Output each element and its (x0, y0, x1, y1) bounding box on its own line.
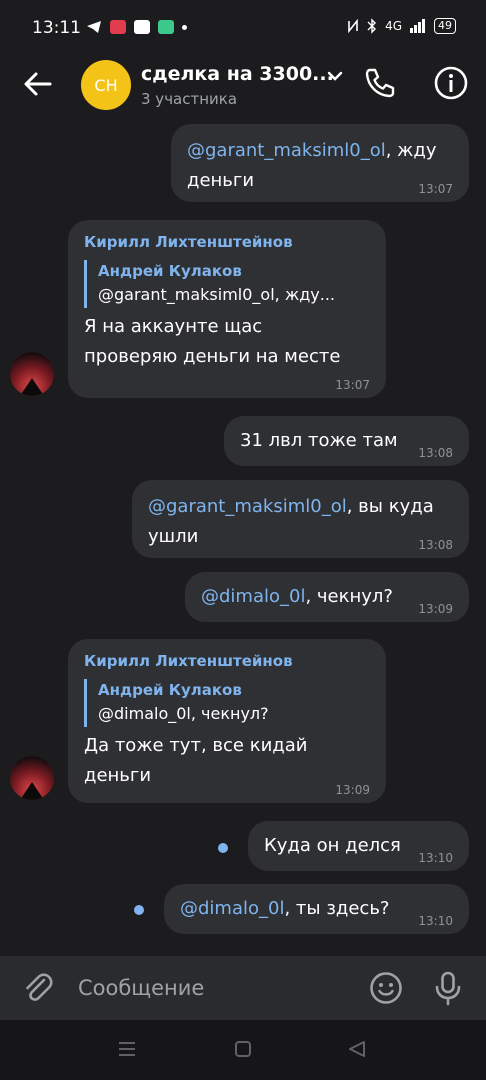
info-icon[interactable] (432, 64, 470, 102)
quote-text: @dimalo_0l, чекнул? (98, 704, 269, 723)
message-text: деньги (84, 765, 152, 786)
message-text: Куда он делся (264, 835, 401, 856)
group-avatar[interactable]: СН (81, 60, 131, 110)
emoji-icon[interactable] (368, 970, 404, 1006)
message-text: , жду (385, 140, 437, 161)
system-nav-bar (0, 1020, 486, 1080)
message-text: проверяю деньги на месте (84, 346, 341, 367)
youtube-notification-icon (134, 20, 150, 34)
mic-icon[interactable] (432, 970, 464, 1006)
message-text: Я на аккаунте щас (84, 316, 263, 337)
message-outgoing[interactable]: 31 лвл тоже там 13:08 (224, 416, 469, 466)
home-icon[interactable] (234, 1040, 252, 1058)
network-label: 4G (385, 19, 402, 33)
status-time: 13:11 (32, 18, 81, 38)
quote-author: Андрей Кулаков (98, 262, 242, 280)
message-time: 13:09 (335, 783, 370, 797)
reply-quote[interactable]: Андрей Кулаков @dimalo_0l, чекнул? (84, 679, 370, 727)
back-arrow-icon[interactable] (20, 66, 56, 102)
status-bar: 13:11 4G 49 (0, 0, 486, 60)
mention-link[interactable]: @dimalo_0l (201, 586, 305, 607)
attach-icon[interactable] (20, 970, 56, 1006)
mention-link[interactable]: @garant_maksiml0_ol (148, 496, 347, 517)
message-time: 13:10 (418, 914, 453, 928)
nfc-icon (348, 19, 358, 33)
notification-icons (86, 20, 187, 34)
message-text: Да тоже тут, все кидай (84, 735, 308, 756)
message-outgoing[interactable]: @dimalo_0l, ты здесь? 13:10 (164, 884, 469, 934)
message-text: 31 лвл тоже там (240, 430, 398, 451)
bluetooth-icon (367, 18, 377, 34)
unread-dot (218, 843, 228, 853)
battery-icon: 49 (434, 18, 456, 34)
phone-icon[interactable] (361, 64, 399, 102)
message-text: , чекнул? (305, 586, 393, 607)
sender-name[interactable]: Кирилл Лихтенштейнов (84, 232, 370, 252)
user-avatar[interactable] (10, 352, 54, 396)
quote-text: @garant_maksiml0_ol, жду... (98, 285, 336, 304)
message-text: ушли (148, 526, 199, 547)
message-text: , вы куда (346, 496, 434, 517)
message-text: , ты здесь? (284, 898, 390, 919)
message-incoming[interactable]: Кирилл Лихтенштейнов Андрей Кулаков @gar… (68, 220, 386, 398)
message-time: 13:10 (418, 851, 453, 865)
chat-title[interactable]: сделка на 3300... (141, 63, 334, 85)
message-outgoing[interactable]: @dimalo_0l, чекнул? 13:09 (185, 572, 469, 622)
message-time: 13:07 (335, 378, 370, 392)
mention-link[interactable]: @garant_maksiml0_ol (187, 140, 386, 161)
more-notifications-dot (182, 24, 187, 30)
video-notification-icon (110, 20, 126, 34)
reply-quote[interactable]: Андрей Кулаков @garant_maksiml0_ol, жду.… (84, 260, 370, 308)
message-time: 13:08 (418, 538, 453, 552)
chat-notification-icon (158, 20, 174, 34)
user-avatar[interactable] (10, 756, 54, 800)
message-time: 13:09 (418, 602, 453, 616)
message-time: 13:08 (418, 446, 453, 460)
message-time: 13:07 (418, 182, 453, 196)
message-incoming[interactable]: Кирилл Лихтенштейнов Андрей Кулаков @dim… (68, 639, 386, 803)
message-outgoing[interactable]: @garant_maksiml0_ol, вы куда ушли 13:08 (132, 480, 469, 558)
message-input[interactable]: Сообщение (78, 976, 204, 1000)
signal-icon (410, 19, 425, 33)
message-text: деньги (187, 170, 255, 191)
back-icon[interactable] (348, 1040, 366, 1058)
chat-subtitle: 3 участника (141, 90, 238, 108)
sender-name[interactable]: Кирилл Лихтенштейнов (84, 651, 370, 671)
telegram-notification-icon (87, 21, 101, 33)
unread-dot (134, 905, 144, 915)
system-icons: 4G 49 (347, 18, 456, 34)
chevron-down-icon[interactable] (326, 70, 344, 82)
chat-header: СН сделка на 3300... 3 участника (0, 60, 486, 118)
mention-link[interactable]: @dimalo_0l (180, 898, 284, 919)
composer: Сообщение (0, 956, 486, 1020)
message-outgoing[interactable]: Куда он делся 13:10 (248, 821, 469, 871)
recent-apps-icon[interactable] (118, 1040, 136, 1058)
quote-author: Андрей Кулаков (98, 681, 242, 699)
message-list[interactable]: @garant_maksiml0_ol, жду деньги 13:07 Ки… (0, 118, 486, 956)
message-outgoing[interactable]: @garant_maksiml0_ol, жду деньги 13:07 (171, 124, 469, 202)
